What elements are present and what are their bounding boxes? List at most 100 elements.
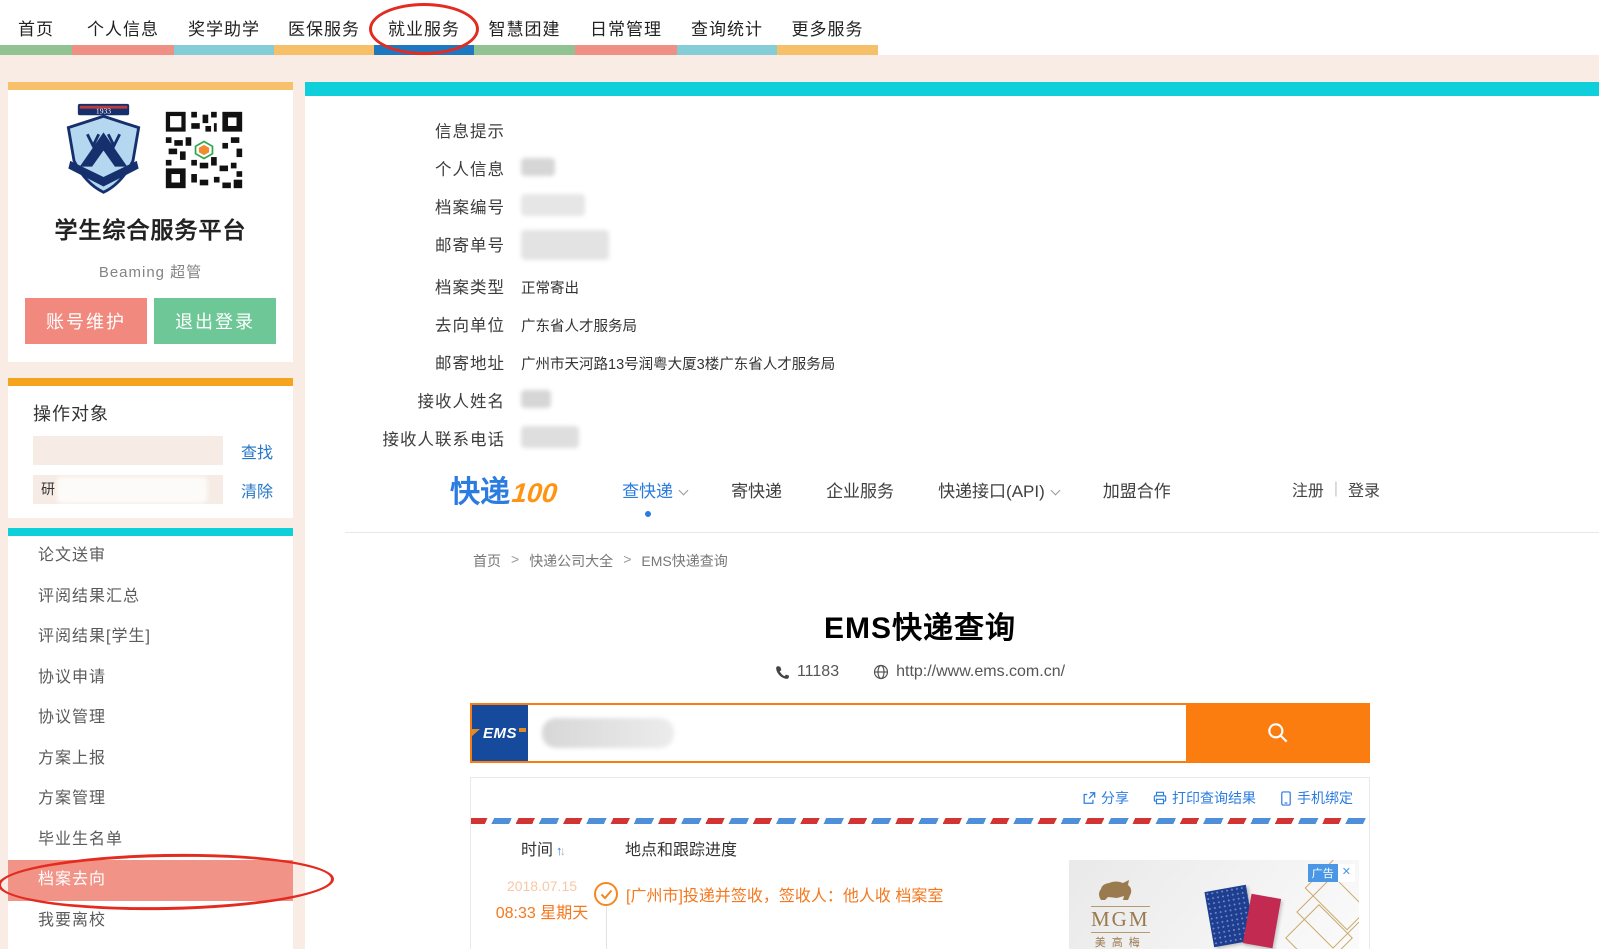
nav-daily[interactable]: 日常管理	[575, 0, 677, 55]
menu-agreement-manage[interactable]: 协议管理	[8, 698, 293, 739]
nav-statistics-underline	[677, 45, 777, 55]
ad-close-icon[interactable]: ✕	[1337, 864, 1355, 882]
chevron-down-icon	[678, 485, 689, 495]
lion-icon	[1099, 880, 1132, 900]
nav-api[interactable]: 快递接口(API)	[938, 477, 1061, 502]
website-url: http://www.ems.com.cn/	[896, 663, 1066, 680]
mgm-brand: MGM	[1091, 906, 1150, 931]
tracking-results-panel: 分享 打印查询结果 手机绑定 时间 ↑↓ 地点和跟踪进度 2018.07.15 0	[470, 777, 1370, 949]
sidebar: 1933 学生综合服务平台 Beaming 超管 账号维护 退出登录 操作对象 …	[0, 82, 335, 949]
svg-text:1933: 1933	[96, 106, 111, 115]
delivered-check-icon	[594, 882, 618, 906]
phone-icon	[776, 665, 790, 679]
nav-api-label: 快递接口(API)	[938, 481, 1045, 501]
card-accent-bar	[8, 378, 293, 386]
redacted-mail-no	[521, 230, 609, 260]
print-action[interactable]: 打印查询结果	[1153, 788, 1256, 808]
website-contact[interactable]: http://www.ems.com.cn/	[873, 663, 1065, 681]
logout-button[interactable]: 退出登录	[154, 298, 276, 344]
info-label-mail-no: 邮寄单号	[435, 237, 505, 255]
clear-link[interactable]: 清除	[241, 478, 273, 502]
page-title: EMS快递查询	[823, 612, 1016, 645]
redacted-target-value	[57, 477, 207, 504]
menu-agreement-apply[interactable]: 协议申请	[8, 658, 293, 699]
kuaidi100-logo-cn: 快递	[450, 476, 510, 509]
tracking-number-input[interactable]	[528, 705, 1186, 761]
column-time[interactable]: 时间 ↑↓	[521, 836, 566, 860]
account-maintenance-button[interactable]: 账号维护	[25, 298, 147, 344]
active-dot	[644, 510, 651, 517]
nav-track-parcel[interactable]: 查快递	[622, 477, 689, 517]
menu-paper-submit[interactable]: 论文送审	[8, 536, 293, 577]
nav-scholarship[interactable]: 奖学助学	[174, 0, 274, 55]
breadcrumb-ems-query[interactable]: EMS快递查询	[641, 551, 727, 571]
sidebar-menu-card: 论文送审 评阅结果汇总 评阅结果[学生] 协议申请 协议管理 方案上报 方案管理…	[0, 528, 335, 949]
menu-graduate-list[interactable]: 毕业生名单	[8, 820, 293, 861]
search-icon	[1268, 723, 1288, 743]
operation-target-field[interactable]: 研	[33, 475, 223, 504]
nav-partnership[interactable]: 加盟合作	[1103, 477, 1171, 502]
platform-card: 1933 学生综合服务平台 Beaming 超管 账号维护 退出登录	[8, 82, 293, 362]
info-label-tip: 信息提示	[435, 123, 505, 141]
nav-personal-info[interactable]: 个人信息	[72, 0, 174, 55]
breadcrumb-separator: >	[623, 551, 632, 567]
breadcrumb-home[interactable]: 首页	[473, 551, 501, 571]
operation-search-input[interactable]	[33, 436, 223, 465]
printer-icon	[1153, 791, 1167, 805]
info-label-receiver-name: 接收人姓名	[417, 393, 505, 411]
qr-code	[163, 108, 245, 191]
sort-icon[interactable]: ↑↓	[556, 843, 566, 858]
find-link[interactable]: 查找	[241, 439, 273, 463]
advertisement[interactable]: 广告 ✕ MGM 美高梅	[1069, 860, 1359, 949]
auth-divider: |	[1333, 480, 1338, 497]
card-accent-bar	[8, 82, 293, 90]
track-row-text: [广州市]投递并签收，签收人：他人收 档案室	[626, 888, 944, 905]
menu-leave-school[interactable]: 我要离校	[8, 901, 293, 942]
info-label-receiver-phone: 接收人联系电话	[382, 431, 505, 449]
register-link[interactable]: 注册	[1292, 477, 1324, 501]
nav-statistics[interactable]: 查询统计	[677, 0, 777, 55]
airmail-border	[471, 818, 1369, 824]
info-label-mail-address: 邮寄地址	[435, 355, 505, 373]
kuaidi100-logo[interactable]: 快递 100	[450, 467, 559, 511]
nav-more[interactable]: 更多服务	[777, 0, 878, 55]
redacted-archive-no	[521, 194, 585, 216]
nav-send-parcel[interactable]: 寄快递	[731, 477, 782, 502]
ems-logo-text: EMS	[470, 724, 527, 742]
breadcrumb-companies[interactable]: 快递公司大全	[529, 551, 613, 571]
nav-medical[interactable]: 医保服务	[274, 0, 374, 55]
nav-enterprise-service[interactable]: 企业服务	[826, 477, 894, 502]
nav-home[interactable]: 首页	[0, 0, 72, 55]
mail-address-value: 广州市天河路13号润粤大厦3楼广东省人才服务局	[521, 357, 836, 373]
phone-bind-action[interactable]: 手机绑定	[1280, 788, 1353, 808]
nav-employment[interactable]: 就业服务	[369, 0, 479, 55]
print-label: 打印查询结果	[1172, 790, 1256, 806]
contact-row: 11183 http://www.ems.com.cn/	[470, 663, 1370, 681]
info-label-personal: 个人信息	[435, 161, 505, 179]
platform-title: 学生综合服务平台	[54, 217, 247, 243]
share-label: 分享	[1101, 790, 1129, 806]
info-label-archive-type: 档案类型	[435, 279, 505, 297]
top-navigation: 首页 个人信息 奖学助学 医保服务 就业服务 智慧团建 日常管理 查询统计 更多…	[0, 0, 1599, 55]
main-content-panel: 信息提示 个人信息 档案编号 邮寄单号 档案类型 正常寄出 去向单位 广东省人才服务…	[305, 82, 1599, 949]
login-link[interactable]: 登录	[1348, 477, 1380, 501]
mgm-logo: MGM 美高梅	[1091, 878, 1150, 949]
column-progress: 地点和跟踪进度	[625, 842, 738, 859]
search-button[interactable]	[1186, 703, 1370, 763]
nav-more-underline	[777, 45, 878, 55]
menu-review-student[interactable]: 评阅结果[学生]	[8, 617, 293, 658]
redacted-personal-info	[521, 158, 555, 176]
nav-league[interactable]: 智慧团建	[474, 0, 575, 55]
menu-plan-report[interactable]: 方案上报	[8, 739, 293, 780]
menu-plan-manage[interactable]: 方案管理	[8, 779, 293, 820]
menu-archive-direction[interactable]: 档案去向	[8, 860, 293, 901]
nav-daily-underline	[575, 45, 677, 55]
university-logo: 1933	[56, 102, 151, 197]
share-action[interactable]: 分享	[1082, 788, 1129, 808]
nav-league-underline	[474, 45, 575, 55]
nav-more-label: 更多服务	[791, 20, 864, 39]
nav-employment-underline	[374, 45, 474, 55]
kuaidi100-nav: 快递 100 查快递 寄快递 企业服务 快递接口(API) 加盟合作 注册 | …	[305, 464, 1599, 517]
menu-review-summary[interactable]: 评阅结果汇总	[8, 577, 293, 618]
menu-leave-data-manage[interactable]: 离校数据管理	[8, 941, 293, 949]
